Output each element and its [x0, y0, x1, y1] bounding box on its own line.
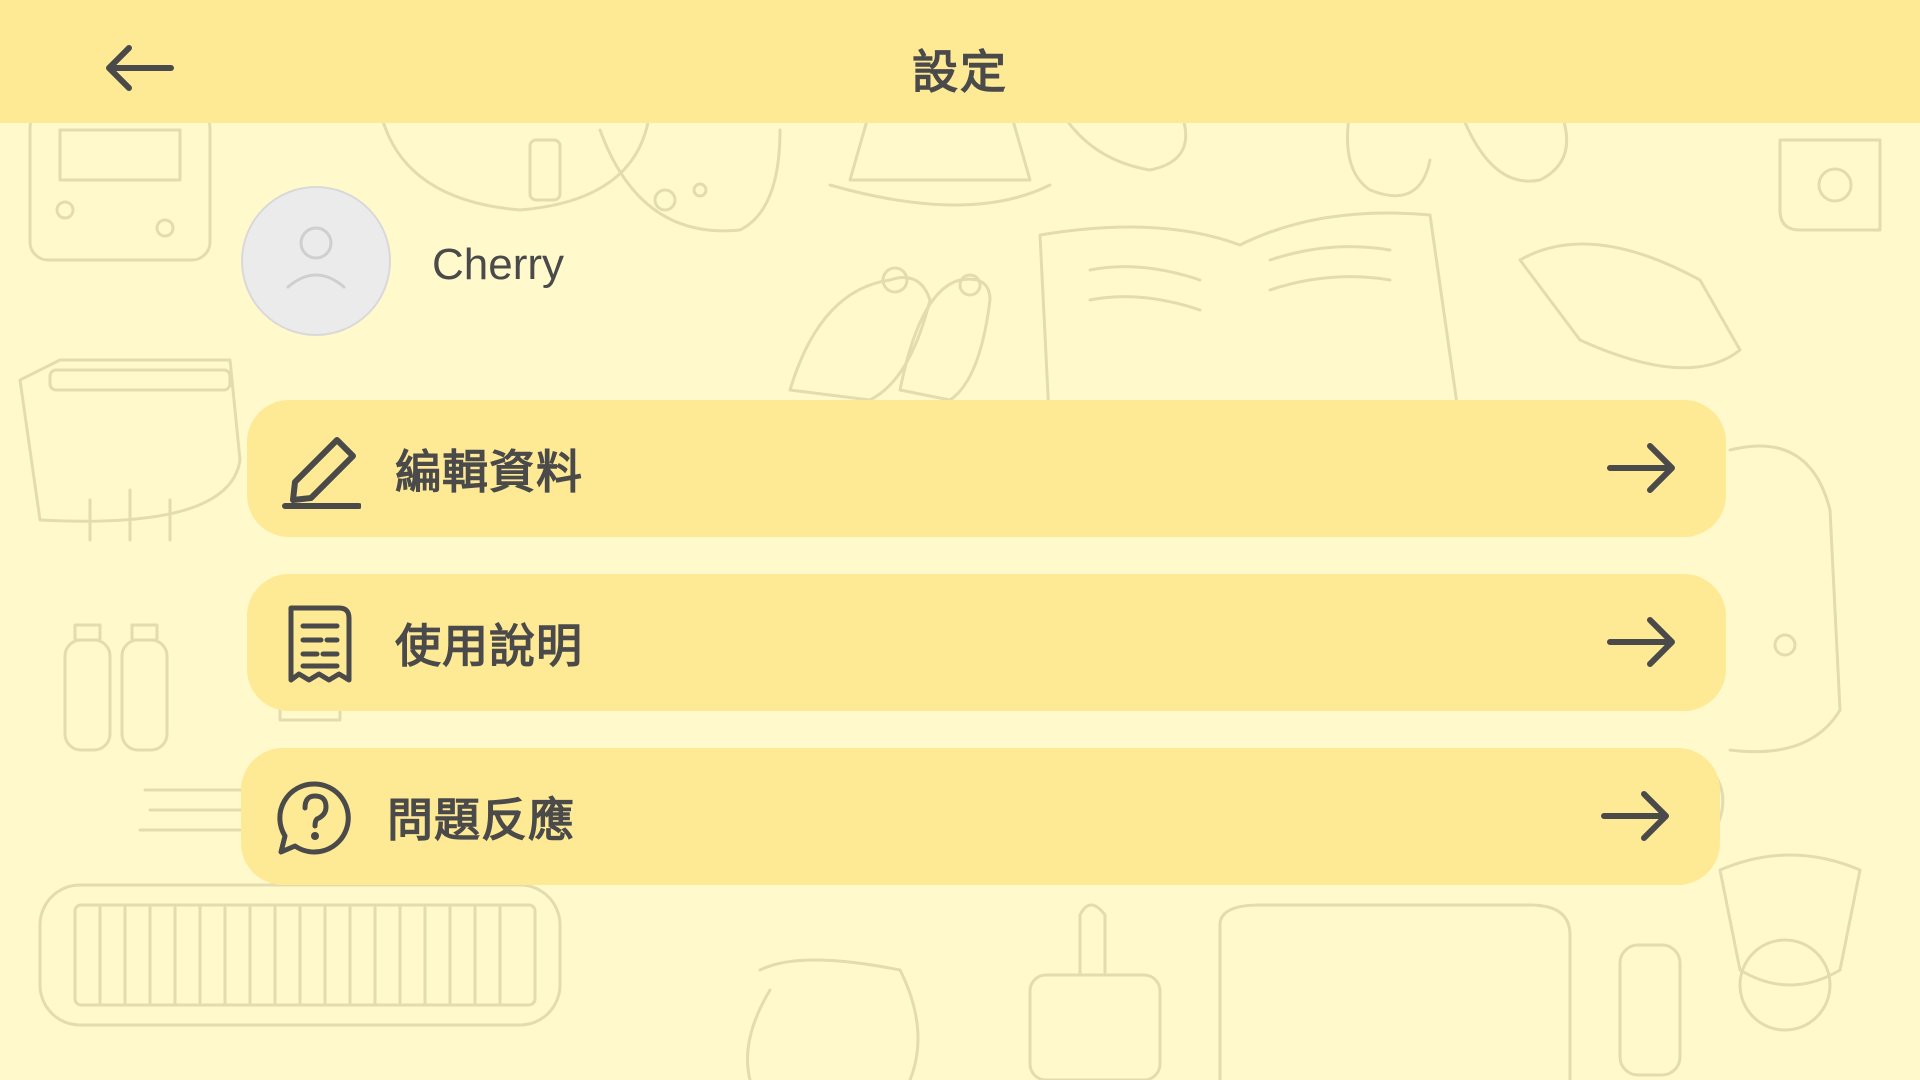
settings-page: 設定 Cherry 編輯資料 使用說明 問題反應 [0, 0, 1920, 1080]
menu-item-feedback[interactable]: 問題反應 [241, 748, 1720, 885]
menu-item-instructions[interactable]: 使用說明 [247, 574, 1726, 711]
arrow-right-icon [1601, 791, 1669, 841]
page-title: 設定 [912, 45, 1008, 99]
avatar[interactable] [241, 186, 391, 336]
pencil-icon [282, 437, 361, 509]
question-bubble-icon [277, 781, 351, 855]
arrow-right-icon [1607, 617, 1675, 667]
menu-item-label: 問題反應 [387, 792, 575, 847]
header-bar: 設定 [0, 0, 1920, 123]
arrow-right-icon [1607, 443, 1675, 493]
menu-item-label: 編輯資料 [395, 444, 583, 499]
menu-item-edit-profile[interactable]: 編輯資料 [247, 400, 1726, 537]
user-icon [286, 226, 346, 289]
username: Cherry [432, 240, 565, 289]
menu-item-label: 使用說明 [395, 618, 583, 673]
background-doodles [18, 103, 1882, 1080]
receipt-icon [288, 605, 352, 683]
